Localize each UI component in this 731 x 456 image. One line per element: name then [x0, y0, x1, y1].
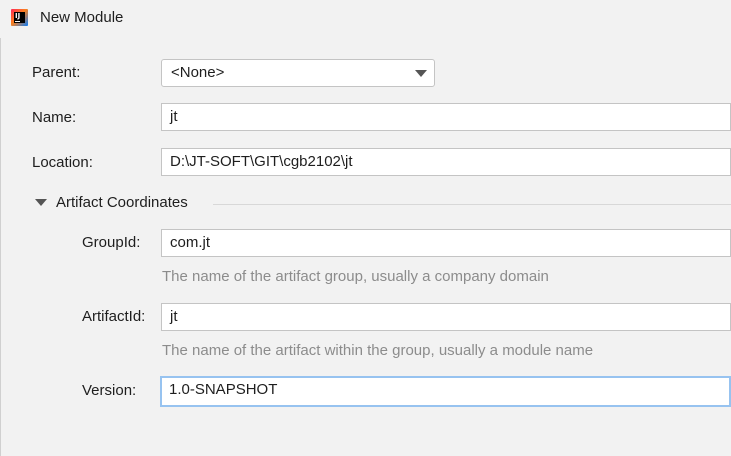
- artifactid-hint: The name of the artifact within the grou…: [162, 342, 594, 359]
- name-label: Name:: [32, 109, 77, 126]
- artifact-coordinates-title[interactable]: Artifact Coordinates: [56, 194, 188, 212]
- intellij-idea-icon: IJ: [11, 9, 28, 26]
- title-bar: IJ New Module: [0, 0, 731, 38]
- groupid-label: GroupId:: [82, 234, 141, 251]
- location-field[interactable]: D:\JT-SOFT\GIT\cgb2102\jt: [161, 148, 731, 176]
- collapse-triangle-icon[interactable]: [35, 199, 47, 206]
- parent-dropdown[interactable]: <None>: [161, 59, 435, 87]
- name-field[interactable]: jt: [161, 103, 731, 131]
- parent-label: Parent:: [32, 64, 81, 81]
- version-field[interactable]: 1.0-SNAPSHOT: [160, 376, 731, 407]
- artifactid-label: ArtifactId:: [82, 308, 146, 325]
- version-label: Version:: [82, 382, 137, 399]
- artifactid-field[interactable]: jt: [161, 303, 731, 331]
- window-title: New Module: [40, 9, 124, 26]
- groupid-hint: The name of the artifact group, usually …: [162, 268, 549, 285]
- location-label: Location:: [32, 154, 93, 171]
- parent-dropdown-value: <None>: [171, 64, 225, 81]
- window-border: [0, 38, 1, 456]
- groupid-field[interactable]: com.jt: [161, 229, 731, 257]
- section-divider: [213, 204, 731, 205]
- chevron-down-icon[interactable]: [415, 70, 427, 77]
